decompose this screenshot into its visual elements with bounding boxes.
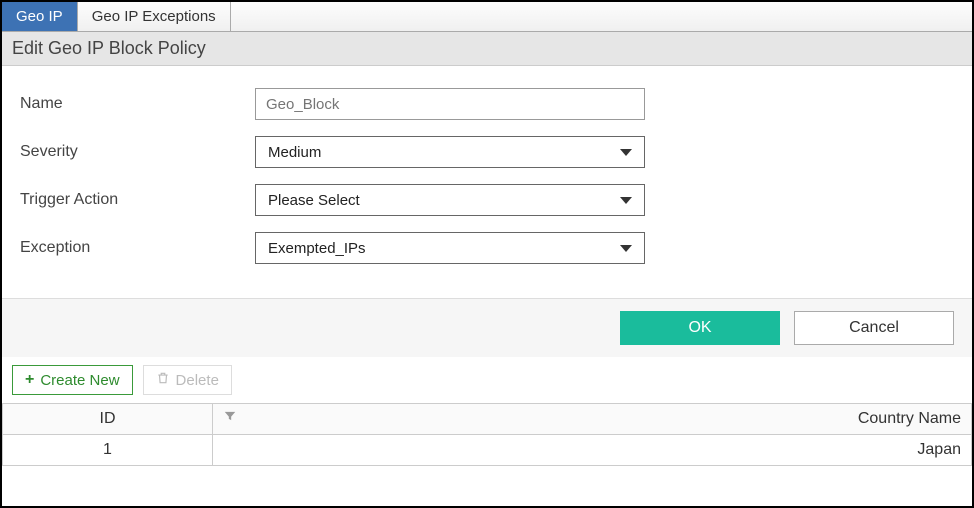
label-severity: Severity bbox=[20, 143, 255, 161]
button-row: OK Cancel bbox=[2, 298, 972, 357]
chevron-down-icon bbox=[620, 245, 632, 252]
row-trigger: Trigger Action Please Select bbox=[20, 184, 954, 216]
delete-label: Delete bbox=[176, 372, 219, 389]
delete-button[interactable]: Delete bbox=[143, 365, 232, 395]
tab-bar: Geo IP Geo IP Exceptions bbox=[2, 2, 972, 32]
page-title: Edit Geo IP Block Policy bbox=[2, 32, 972, 66]
cell-id: 1 bbox=[3, 435, 213, 466]
chevron-down-icon bbox=[620, 149, 632, 156]
tab-geo-ip-exceptions[interactable]: Geo IP Exceptions bbox=[78, 2, 231, 31]
tab-label: Geo IP bbox=[16, 8, 63, 25]
exception-value: Exempted_IPs bbox=[268, 240, 366, 257]
col-id-header[interactable]: ID bbox=[3, 404, 213, 435]
plus-icon: + bbox=[25, 371, 34, 389]
action-bar: + Create New Delete bbox=[2, 357, 972, 403]
cancel-button-label: Cancel bbox=[849, 319, 899, 337]
cancel-button[interactable]: Cancel bbox=[794, 311, 954, 345]
filter-icon[interactable] bbox=[223, 409, 237, 428]
label-trigger: Trigger Action bbox=[20, 191, 255, 209]
name-field[interactable] bbox=[255, 88, 645, 120]
chevron-down-icon bbox=[620, 197, 632, 204]
ok-button-label: OK bbox=[688, 319, 711, 337]
table-header-row: ID Country Name bbox=[3, 404, 972, 435]
cell-country: Japan bbox=[213, 435, 972, 466]
severity-select[interactable]: Medium bbox=[255, 136, 645, 168]
label-exception: Exception bbox=[20, 239, 255, 257]
country-table: ID Country Name 1 Japan bbox=[2, 403, 972, 466]
exception-select[interactable]: Exempted_IPs bbox=[255, 232, 645, 264]
form-area: Name Severity Medium Trigger Action Plea… bbox=[2, 66, 972, 298]
col-country-text: Country Name bbox=[858, 410, 961, 428]
row-name: Name bbox=[20, 88, 954, 120]
trigger-value: Please Select bbox=[268, 192, 360, 209]
trigger-select[interactable]: Please Select bbox=[255, 184, 645, 216]
table-body: 1 Japan bbox=[3, 435, 972, 466]
label-name: Name bbox=[20, 95, 255, 113]
table-row[interactable]: 1 Japan bbox=[3, 435, 972, 466]
severity-value: Medium bbox=[268, 144, 321, 161]
row-severity: Severity Medium bbox=[20, 136, 954, 168]
tab-label: Geo IP Exceptions bbox=[92, 8, 216, 25]
ok-button[interactable]: OK bbox=[620, 311, 780, 345]
page-title-text: Edit Geo IP Block Policy bbox=[12, 38, 206, 58]
create-new-button[interactable]: + Create New bbox=[12, 365, 133, 395]
col-country-header[interactable]: Country Name bbox=[213, 404, 972, 435]
row-exception: Exception Exempted_IPs bbox=[20, 232, 954, 264]
col-id-text: ID bbox=[100, 410, 116, 427]
create-new-label: Create New bbox=[40, 372, 119, 389]
trash-icon bbox=[156, 371, 170, 389]
tab-geo-ip[interactable]: Geo IP bbox=[2, 2, 78, 31]
